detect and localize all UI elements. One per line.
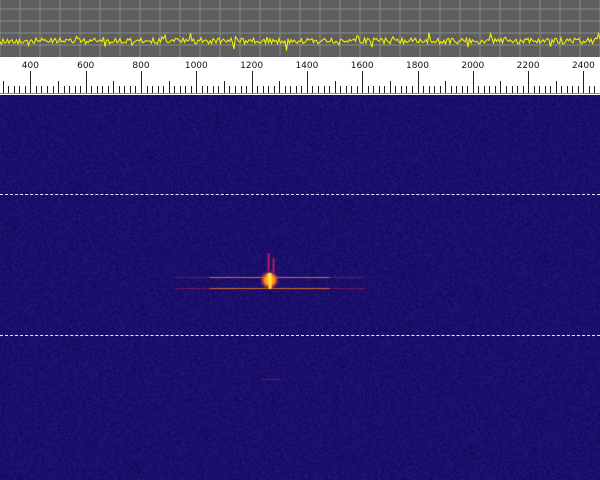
tick-label: 1600 (351, 61, 374, 71)
tick-labels: 400 600 800 1000 1200 1400 1600 1800 2000 2200 240… (22, 61, 595, 71)
sdr-display: 400 600 800 1000 1200 1400 1600 1800 2000 2200 240… (0, 0, 600, 480)
tick-label: 1000 (185, 61, 208, 71)
spectrum-panel[interactable] (0, 0, 600, 57)
tick-label: 400 (22, 61, 39, 71)
time-marker-line (0, 335, 600, 336)
spectrum-plot (0, 0, 600, 57)
tick-label: 600 (77, 61, 94, 71)
tick-label: 1400 (295, 61, 318, 71)
tick-label: 2400 (572, 61, 595, 71)
tick-label: 800 (132, 61, 149, 71)
frequency-scale[interactable]: 400 600 800 1000 1200 1400 1600 1800 2000 2200 240… (0, 57, 600, 95)
tick-label: 1800 (406, 61, 429, 71)
tick-label: 2200 (517, 61, 540, 71)
spectrum-grid (0, 0, 600, 57)
tick-label: 2000 (461, 61, 484, 71)
waterfall-panel[interactable] (0, 95, 600, 480)
waterfall-image (0, 95, 600, 480)
minor-ticks (0, 81, 600, 94)
time-marker-line (0, 194, 600, 195)
frequency-ruler: 400 600 800 1000 1200 1400 1600 1800 2000 2200 240… (0, 61, 600, 94)
tick-label: 1200 (240, 61, 263, 71)
